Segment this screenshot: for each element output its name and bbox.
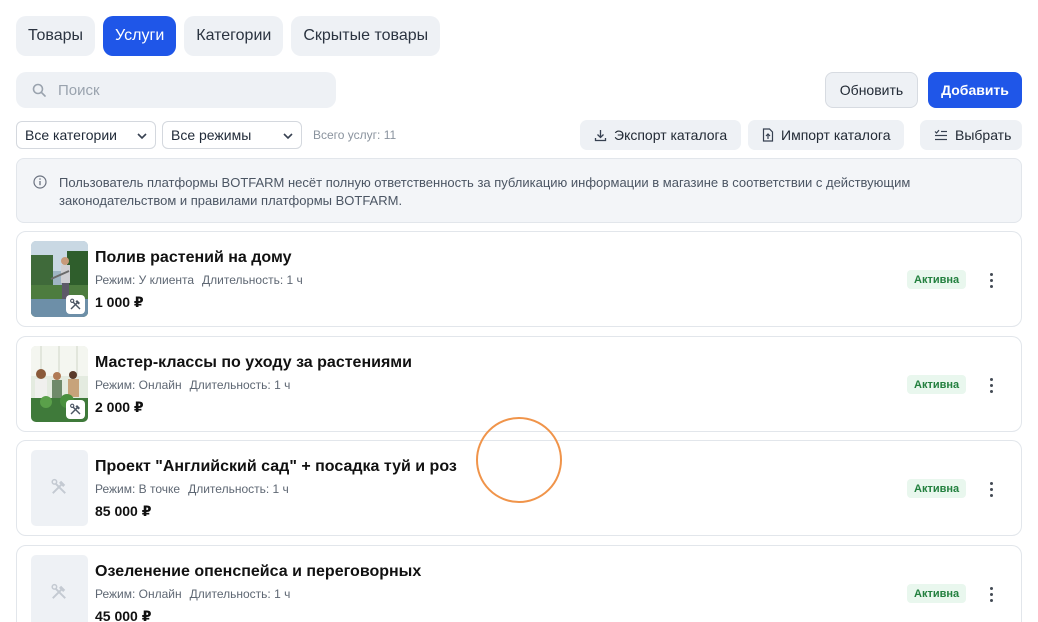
service-price: 2 000 ₽ — [95, 399, 144, 415]
service-meta: Режим: В точке Длительность: 1 ч — [95, 482, 289, 496]
service-card[interactable]: Мастер-классы по уходу за растениями Реж… — [16, 336, 1022, 432]
service-title: Озеленение опенспейса и переговорных — [95, 563, 422, 580]
service-duration: Длительность: 1 ч — [202, 273, 303, 287]
service-card[interactable]: Полив растений на дому Режим: У клиента Д… — [16, 231, 1022, 327]
tab-services[interactable]: Услуги — [103, 16, 177, 56]
export-catalog-label: Экспорт каталога — [614, 127, 728, 143]
service-duration: Длительность: 1 ч — [188, 482, 289, 496]
service-price: 45 000 ₽ — [95, 608, 152, 622]
chevron-down-icon — [137, 133, 147, 140]
status-badge: Активна — [907, 584, 967, 603]
service-card[interactable]: Озеленение опенспейса и переговорных Реж… — [16, 545, 1022, 622]
search-box[interactable] — [16, 72, 336, 108]
services-total-count: Всего услуг: 11 — [313, 128, 397, 142]
service-type-badge — [66, 400, 85, 419]
mode-select[interactable]: Все режимы — [162, 121, 302, 149]
service-price: 85 000 ₽ — [95, 503, 152, 519]
service-image-placeholder — [31, 450, 88, 526]
services-page: Товары Услуги Категории Скрытые товары О… — [0, 0, 1038, 622]
service-duration: Длительность: 1 ч — [189, 587, 291, 601]
more-options-icon[interactable] — [983, 584, 999, 604]
category-select-value: Все категории — [25, 127, 117, 143]
search-icon — [32, 83, 46, 97]
select-items-button[interactable]: Выбрать — [920, 120, 1022, 150]
more-options-icon[interactable] — [983, 270, 999, 290]
download-icon — [594, 129, 607, 141]
service-mode: Режим: Онлайн — [95, 378, 182, 392]
disclaimer-notice: Пользователь платформы BOTFARM несёт пол… — [16, 158, 1022, 223]
export-catalog-button[interactable]: Экспорт каталога — [580, 120, 741, 150]
checklist-icon — [934, 129, 947, 141]
service-mode: Режим: У клиента — [95, 273, 195, 287]
service-mode: Режим: В точке — [95, 482, 181, 496]
import-catalog-button[interactable]: Импорт каталога — [748, 120, 904, 150]
service-meta: Режим: Онлайн Длительность: 1 ч — [95, 378, 290, 392]
service-card[interactable]: Проект "Английский сад" + посадка туй и … — [16, 440, 1022, 536]
status-badge: Активна — [907, 479, 967, 498]
tab-hidden-products[interactable]: Скрытые товары — [291, 16, 441, 56]
service-meta: Режим: У клиента Длительность: 1 ч — [95, 273, 303, 287]
service-title: Полив растений на дому — [95, 249, 292, 266]
tools-icon — [70, 298, 81, 310]
info-icon — [33, 175, 47, 189]
refresh-button[interactable]: Обновить — [825, 72, 918, 108]
service-title: Проект "Английский сад" + посадка туй и … — [95, 458, 457, 475]
tab-products[interactable]: Товары — [16, 16, 96, 56]
more-options-icon[interactable] — [983, 375, 999, 395]
service-title: Мастер-классы по уходу за растениями — [95, 354, 412, 371]
add-button[interactable]: Добавить — [928, 72, 1022, 108]
file-upload-icon — [762, 128, 774, 142]
service-price: 1 000 ₽ — [95, 294, 144, 310]
tab-categories[interactable]: Категории — [184, 16, 284, 56]
tools-icon — [51, 478, 66, 494]
service-image-placeholder — [31, 555, 88, 622]
status-badge: Активна — [907, 375, 967, 394]
service-image — [31, 241, 88, 317]
search-input[interactable] — [58, 81, 308, 99]
service-mode: Режим: Онлайн — [95, 587, 182, 601]
select-items-label: Выбрать — [955, 127, 1012, 143]
status-badge: Активна — [907, 270, 967, 289]
tab-bar: Товары Услуги Категории Скрытые товары — [16, 16, 441, 56]
service-type-badge — [66, 295, 85, 314]
service-image — [31, 346, 88, 422]
mode-select-value: Все режимы — [171, 127, 252, 143]
import-catalog-label: Импорт каталога — [781, 127, 891, 143]
tools-icon — [70, 403, 81, 415]
more-options-icon[interactable] — [983, 479, 999, 499]
category-select[interactable]: Все категории — [16, 121, 156, 149]
chevron-down-icon — [283, 133, 293, 140]
tools-icon — [51, 583, 66, 599]
service-duration: Длительность: 1 ч — [189, 378, 291, 392]
service-meta: Режим: Онлайн Длительность: 1 ч — [95, 587, 290, 601]
disclaimer-text: Пользователь платформы BOTFARM несёт пол… — [59, 175, 911, 208]
